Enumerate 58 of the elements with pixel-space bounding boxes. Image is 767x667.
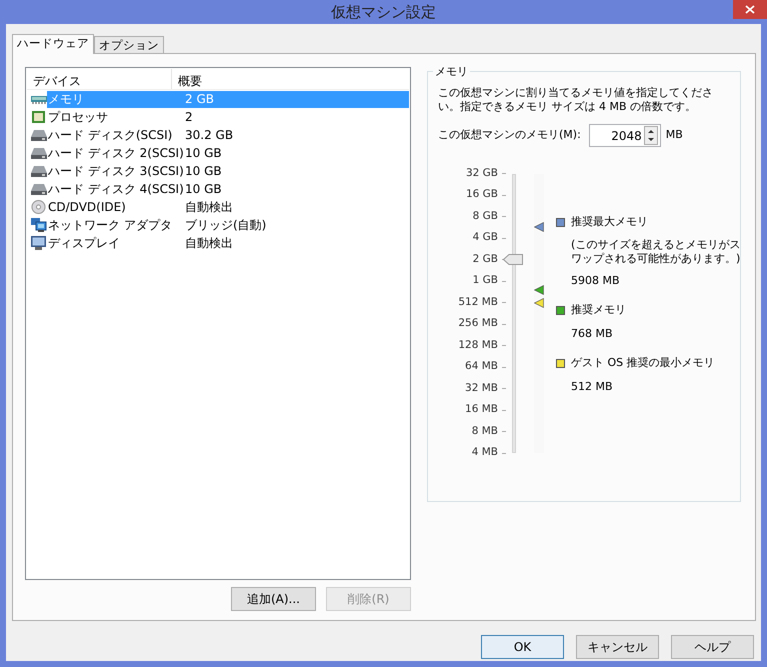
legend-value: 768 MB	[571, 326, 614, 342]
tick-label: 4 MB	[472, 445, 498, 460]
ok-button[interactable]: OK	[481, 635, 564, 659]
memory-field[interactable]: 2048	[588, 124, 661, 147]
device-name[interactable]: ハード ディスク(SCSI)	[47, 126, 183, 144]
tick-label: 8 MB	[472, 424, 498, 439]
tick-label: 64 MB	[465, 359, 498, 374]
unit-label: MB	[666, 127, 683, 144]
chip-icon	[31, 110, 47, 124]
tick-label: 1 GB	[472, 273, 498, 288]
device-name[interactable]: ハード ディスク 3(SCSI)	[47, 162, 183, 180]
device-summary: 自動検出	[184, 235, 233, 252]
legend-value: 5908 MB	[571, 272, 621, 288]
cancel-button[interactable]: キャンセル	[576, 635, 659, 659]
column-header[interactable]: デバイス	[27, 69, 172, 89]
close-icon	[745, 5, 755, 14]
column-header[interactable]: 概要	[172, 69, 208, 89]
device-summary: 2 GB	[184, 91, 214, 108]
add-button[interactable]: 追加(A)...	[231, 587, 316, 611]
tick-label: 4 GB	[472, 230, 498, 246]
legend-note: (このサイズを超えるとメモリがスワップされる可能性があります。)	[571, 238, 742, 266]
monitor-icon	[31, 236, 47, 250]
tick-label: 128 MB	[458, 338, 498, 353]
device-summary: 10 GB	[184, 163, 222, 180]
legend-title: 推奨メモリ	[571, 302, 626, 318]
window-title: 仮想マシン設定	[331, 2, 436, 23]
tick-label: 16 GB	[466, 187, 498, 202]
description-text: この仮想マシンに割り当てるメモリ値を指定してください。指定できるメモリ サイズは 4 MB の倍数です。	[438, 86, 714, 114]
device-summary: 自動検出	[184, 199, 233, 216]
device-summary: 30.2 GB	[184, 127, 234, 144]
device-summary: 2	[184, 109, 193, 126]
tick-label: 32 GB	[466, 166, 498, 181]
device-name[interactable]: ディスプレイ	[47, 234, 183, 252]
device-summary: ブリッジ(自動)	[184, 217, 266, 234]
tab[interactable]: ハードウェア	[12, 34, 94, 54]
tick-label: 256 MB	[458, 316, 498, 332]
slider-thumb[interactable]	[503, 254, 523, 266]
device-name[interactable]: ネットワーク アダプタ	[47, 216, 183, 234]
close-button[interactable]	[733, 0, 767, 19]
tick-label: 32 MB	[465, 380, 498, 396]
disc-icon	[31, 200, 47, 214]
device-summary: 10 GB	[184, 145, 222, 162]
tab[interactable]: オプション	[94, 36, 164, 53]
device-name[interactable]: CD/DVD(IDE)	[47, 198, 183, 216]
legend-title: 推奨最大メモリ	[571, 214, 648, 230]
legend-title: ゲスト OS 推奨の最小メモリ	[571, 355, 715, 371]
device-summary: 10 GB	[184, 181, 222, 198]
tick-label: 8 GB	[472, 208, 498, 224]
tick-label: 512 MB	[458, 294, 498, 310]
tick-label: 2 GB	[472, 252, 498, 267]
legend-value: 512 MB	[571, 378, 614, 394]
device-name[interactable]: ハード ディスク 2(SCSI)	[47, 144, 183, 162]
device-name[interactable]: ハード ディスク 4(SCSI)	[47, 180, 183, 198]
tick-label: 16 MB	[465, 402, 498, 418]
network-monitors-icon	[31, 218, 47, 232]
memory-label: この仮想マシンのメモリ(M):	[438, 127, 581, 144]
help-button[interactable]: ヘルプ	[671, 635, 754, 659]
device-name[interactable]: プロセッサ	[47, 108, 183, 126]
